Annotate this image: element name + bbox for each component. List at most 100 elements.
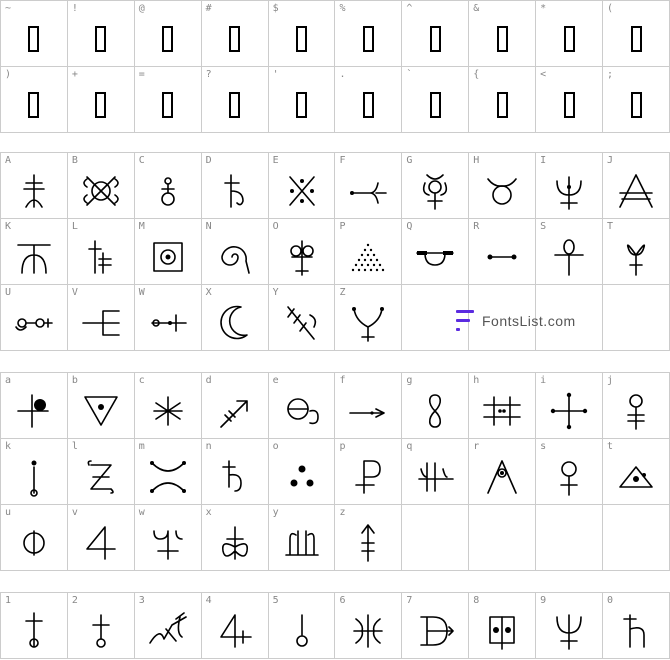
- glyph-cell: h: [468, 372, 537, 439]
- missing-glyph-icon: [469, 77, 535, 132]
- missing-glyph-icon: [603, 11, 669, 66]
- glyph-cell: m: [133, 438, 202, 505]
- glyph-cell: S: [535, 218, 604, 285]
- seven-d-icon: [402, 603, 468, 658]
- r-line-dots-icon: [469, 229, 535, 284]
- venus-cross-icon: [603, 383, 669, 438]
- m-curves-icon: [135, 449, 201, 504]
- glyph-cell: z: [334, 504, 403, 571]
- glyph-cell: W: [133, 284, 202, 351]
- arrow-right-icon: [335, 383, 401, 438]
- j-triangle-icon: [603, 163, 669, 218]
- glyph-cell: 9: [535, 592, 604, 659]
- asterisk-icon: [135, 383, 201, 438]
- glyph-cell: !: [66, 0, 135, 67]
- glyph-cell: R: [468, 218, 537, 285]
- glyph-section-1: ~! @ # $% ^ & *() + =? '. `{<;: [0, 0, 670, 133]
- glyph-cell: c: [133, 372, 202, 439]
- glyph-cell: u: [0, 504, 68, 571]
- i-cross-dots-icon: [536, 383, 602, 438]
- b-x-circle-icon: [68, 163, 134, 218]
- glyph-cell: n: [200, 438, 269, 505]
- missing-glyph-icon: [1, 77, 67, 132]
- z-fork-icon: [335, 295, 401, 350]
- glyph-cell: i: [535, 372, 604, 439]
- glyph-cell: k: [0, 438, 68, 505]
- missing-glyph-icon: [335, 77, 401, 132]
- glyph-cell: a: [0, 372, 68, 439]
- taurus-icon: [469, 163, 535, 218]
- glyph-cell: U: [0, 284, 68, 351]
- empty-cell: [535, 504, 604, 571]
- six-ornament-icon: [335, 603, 401, 658]
- glyph-cell: 6: [334, 592, 403, 659]
- fontslist-logo-icon: [452, 308, 474, 334]
- glyph-cell: Q: [401, 218, 470, 285]
- glyph-cell: N: [200, 218, 269, 285]
- glyph-row: klmnopqrst: [0, 438, 670, 505]
- i-cup-icon: [536, 163, 602, 218]
- glyph-row: 1234567890: [0, 592, 670, 659]
- missing-glyph-icon: [402, 11, 468, 66]
- glyph-cell: .: [334, 66, 403, 133]
- l-h-cross-icon: [68, 229, 134, 284]
- zero-h-icon: [603, 603, 669, 658]
- q-trident-icon: [402, 449, 468, 504]
- glyph-cell: I: [535, 152, 604, 219]
- glyph-cell: j: [602, 372, 670, 439]
- mercury-icon: [402, 163, 468, 218]
- glyph-cell: ;: [602, 66, 670, 133]
- glyph-cell: s: [535, 438, 604, 505]
- glyph-row: abcdefghij: [0, 372, 670, 439]
- glyph-cell: d: [200, 372, 269, 439]
- glyph-cell: #: [200, 0, 269, 67]
- glyph-cell: L: [66, 218, 135, 285]
- missing-glyph-icon: [335, 11, 401, 66]
- e-theta-icon: [269, 383, 335, 438]
- p-dot-tri-icon: [335, 229, 401, 284]
- glyph-cell: 3: [133, 592, 202, 659]
- missing-glyph-icon: [68, 77, 134, 132]
- y-lines-icon: [269, 515, 335, 570]
- missing-glyph-icon: [469, 11, 535, 66]
- two-cross-icon: [68, 603, 134, 658]
- k-stick-icon: [1, 449, 67, 504]
- glyph-cell: Y: [267, 284, 336, 351]
- glyph-cell: $: [267, 0, 336, 67]
- glyph-cell: e: [267, 372, 336, 439]
- glyph-cell: 1: [0, 592, 68, 659]
- w-line-cross-icon: [135, 295, 201, 350]
- glyph-cell: H: [468, 152, 537, 219]
- empty-cell: [468, 504, 537, 571]
- glyph-cell: X: [200, 284, 269, 351]
- missing-glyph-icon: [202, 77, 268, 132]
- b-triangle-dot-icon: [68, 383, 134, 438]
- eight-box-icon: [469, 603, 535, 658]
- glyph-cell: G: [401, 152, 470, 219]
- empty-cell: [602, 504, 670, 571]
- glyph-cell: 8: [468, 592, 537, 659]
- n-spiral-icon: [202, 229, 268, 284]
- moon-icon: [202, 295, 268, 350]
- glyph-cell: V: [66, 284, 135, 351]
- f-fork-icon: [335, 163, 401, 218]
- glyph-cell: y: [267, 504, 336, 571]
- glyph-cell: E: [267, 152, 336, 219]
- glyph-row: ABCDEFGHIJ: [0, 152, 670, 219]
- u-circle-line-icon: [1, 515, 67, 570]
- glyph-cell: @: [133, 0, 202, 67]
- glyph-cell: K: [0, 218, 68, 285]
- watermark-text: FontsList.com: [482, 313, 576, 329]
- glyph-cell: ^: [401, 0, 470, 67]
- three-scrawl-icon: [135, 603, 201, 658]
- glyph-cell: t: [602, 438, 670, 505]
- glyph-row: uvwxyz: [0, 504, 670, 571]
- w-trident-icon: [135, 515, 201, 570]
- glyph-cell: 5: [267, 592, 336, 659]
- glyph-cell: x: [200, 504, 269, 571]
- missing-glyph-icon: [68, 11, 134, 66]
- sagittarius-icon: [202, 383, 268, 438]
- missing-glyph-icon: [202, 11, 268, 66]
- four-b-icon: [202, 603, 268, 658]
- missing-glyph-icon: [269, 77, 335, 132]
